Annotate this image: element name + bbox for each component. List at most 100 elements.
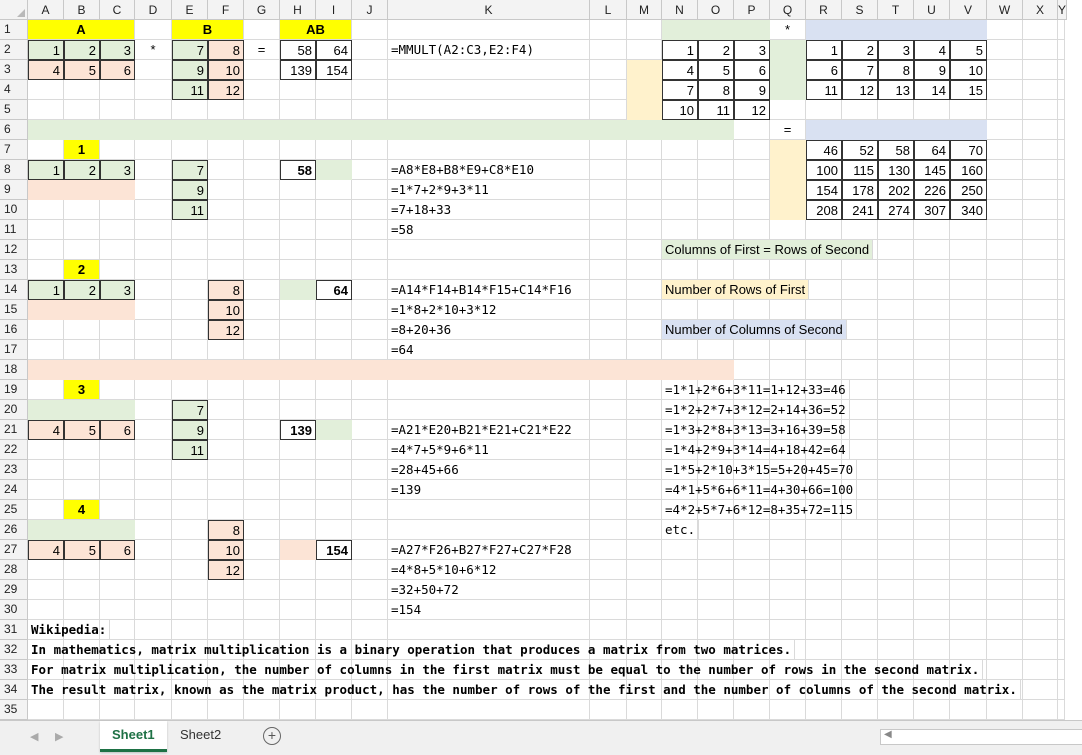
cell-u2[interactable]: 4 <box>914 40 950 60</box>
cell-b27[interactable]: 5 <box>64 540 100 560</box>
grid-cell[interactable] <box>28 600 64 620</box>
cell-c3[interactable]: 6 <box>100 60 135 80</box>
grid-cell[interactable] <box>1023 540 1058 560</box>
grid-cell[interactable] <box>1058 260 1065 280</box>
grid-cell[interactable] <box>950 500 987 520</box>
grid-cell[interactable] <box>135 560 172 580</box>
grid-cell[interactable] <box>135 340 172 360</box>
grid-cell[interactable] <box>1058 500 1065 520</box>
grid-cell[interactable] <box>172 320 208 340</box>
grid-cell[interactable] <box>100 340 135 360</box>
cell-f2[interactable]: 8 <box>208 40 244 60</box>
grid-cell[interactable] <box>352 560 388 580</box>
cell-h3[interactable]: 139 <box>280 60 316 80</box>
grid-cell[interactable] <box>1023 680 1058 700</box>
column-header-b[interactable]: B <box>64 0 100 20</box>
grid-cell[interactable] <box>987 580 1023 600</box>
grid-cell[interactable] <box>770 700 806 720</box>
grid-cell[interactable] <box>950 700 987 720</box>
row-header-8[interactable]: 8 <box>0 160 28 180</box>
grid-cell[interactable] <box>1023 300 1058 320</box>
grid-cell[interactable] <box>1023 520 1058 540</box>
grid-cell[interactable] <box>987 600 1023 620</box>
grid-cell[interactable] <box>1058 340 1065 360</box>
cell-o3[interactable]: 5 <box>698 60 734 80</box>
grid-cell[interactable] <box>987 520 1023 540</box>
grid-cell[interactable] <box>208 180 244 200</box>
grid-cell[interactable] <box>208 260 244 280</box>
grid-cell[interactable] <box>280 100 316 120</box>
grid-cell[interactable] <box>28 500 64 520</box>
grid-cell[interactable] <box>280 460 316 480</box>
column-header-w[interactable]: W <box>987 0 1023 20</box>
row-header-30[interactable]: 30 <box>0 600 28 620</box>
grid-cell[interactable] <box>627 220 662 240</box>
grid-cell[interactable] <box>914 540 950 560</box>
grid-cell[interactable] <box>1023 140 1058 160</box>
grid-cell[interactable] <box>627 240 662 260</box>
grid-cell[interactable] <box>244 600 280 620</box>
grid-cell[interactable] <box>590 100 627 120</box>
grid-cell[interactable] <box>627 40 662 60</box>
grid-cell[interactable] <box>950 340 987 360</box>
cell-o5[interactable]: 11 <box>698 100 734 120</box>
grid-cell[interactable] <box>64 600 100 620</box>
grid-cell[interactable] <box>28 320 64 340</box>
column-header-v[interactable]: V <box>950 0 987 20</box>
grid-cell[interactable] <box>627 560 662 580</box>
grid-cell[interactable] <box>842 260 878 280</box>
grid-cell[interactable] <box>172 460 208 480</box>
grid-cell[interactable] <box>1058 440 1065 460</box>
cell-a33[interactable]: For matrix multiplication, the number of… <box>28 660 984 680</box>
scroll-left-icon[interactable]: ◀ <box>884 729 892 740</box>
cell-k14[interactable]: =A14*F14+B14*F15+C14*F16 <box>388 280 590 300</box>
grid-cell[interactable] <box>280 480 316 500</box>
grid-cell[interactable] <box>352 580 388 600</box>
cell-c14[interactable]: 3 <box>100 280 135 300</box>
grid-cell[interactable] <box>770 340 806 360</box>
grid-cell[interactable] <box>987 100 1023 120</box>
grid-cell[interactable] <box>590 280 627 300</box>
grid-cell[interactable] <box>627 600 662 620</box>
grid-cell[interactable] <box>987 480 1023 500</box>
grid-cell[interactable] <box>698 200 734 220</box>
cell-n5[interactable]: 10 <box>662 100 698 120</box>
grid-cell[interactable] <box>1023 100 1058 120</box>
grid-cell[interactable] <box>770 540 806 560</box>
grid-cell[interactable] <box>135 440 172 460</box>
grid-cell[interactable] <box>662 540 698 560</box>
grid-cell[interactable] <box>590 60 627 80</box>
row-header-24[interactable]: 24 <box>0 480 28 500</box>
grid-cell[interactable] <box>316 500 352 520</box>
row-header-4[interactable]: 4 <box>0 80 28 100</box>
grid-cell[interactable] <box>590 620 627 640</box>
grid-cell[interactable] <box>590 400 627 420</box>
cell-k16[interactable]: =8+20+36 <box>388 320 590 340</box>
grid-cell[interactable] <box>1058 520 1065 540</box>
cell-s3[interactable]: 7 <box>842 60 878 80</box>
grid-cell[interactable] <box>135 300 172 320</box>
row-header-13[interactable]: 13 <box>0 260 28 280</box>
grid-cell[interactable] <box>1058 380 1065 400</box>
grid-cell[interactable] <box>950 380 987 400</box>
cell-e1[interactable]: B <box>172 20 244 40</box>
grid-cell[interactable] <box>1023 240 1058 260</box>
grid-cell[interactable] <box>627 20 662 40</box>
grid-cell[interactable] <box>590 540 627 560</box>
cell-e20[interactable]: 7 <box>172 400 208 420</box>
cell-u4[interactable]: 14 <box>914 80 950 100</box>
grid-cell[interactable] <box>172 520 208 540</box>
cell-b14[interactable]: 2 <box>64 280 100 300</box>
cell-a27[interactable]: 4 <box>28 540 64 560</box>
grid-cell[interactable] <box>388 260 590 280</box>
cell-b8[interactable]: 2 <box>64 160 100 180</box>
grid-cell[interactable] <box>64 460 100 480</box>
grid-cell[interactable] <box>987 160 1023 180</box>
grid-cell[interactable] <box>734 180 770 200</box>
grid-cell[interactable] <box>627 300 662 320</box>
grid-cell[interactable] <box>1023 640 1058 660</box>
grid-cell[interactable] <box>734 260 770 280</box>
grid-cell[interactable] <box>100 580 135 600</box>
grid-cell[interactable] <box>914 480 950 500</box>
grid-cell[interactable] <box>662 220 698 240</box>
